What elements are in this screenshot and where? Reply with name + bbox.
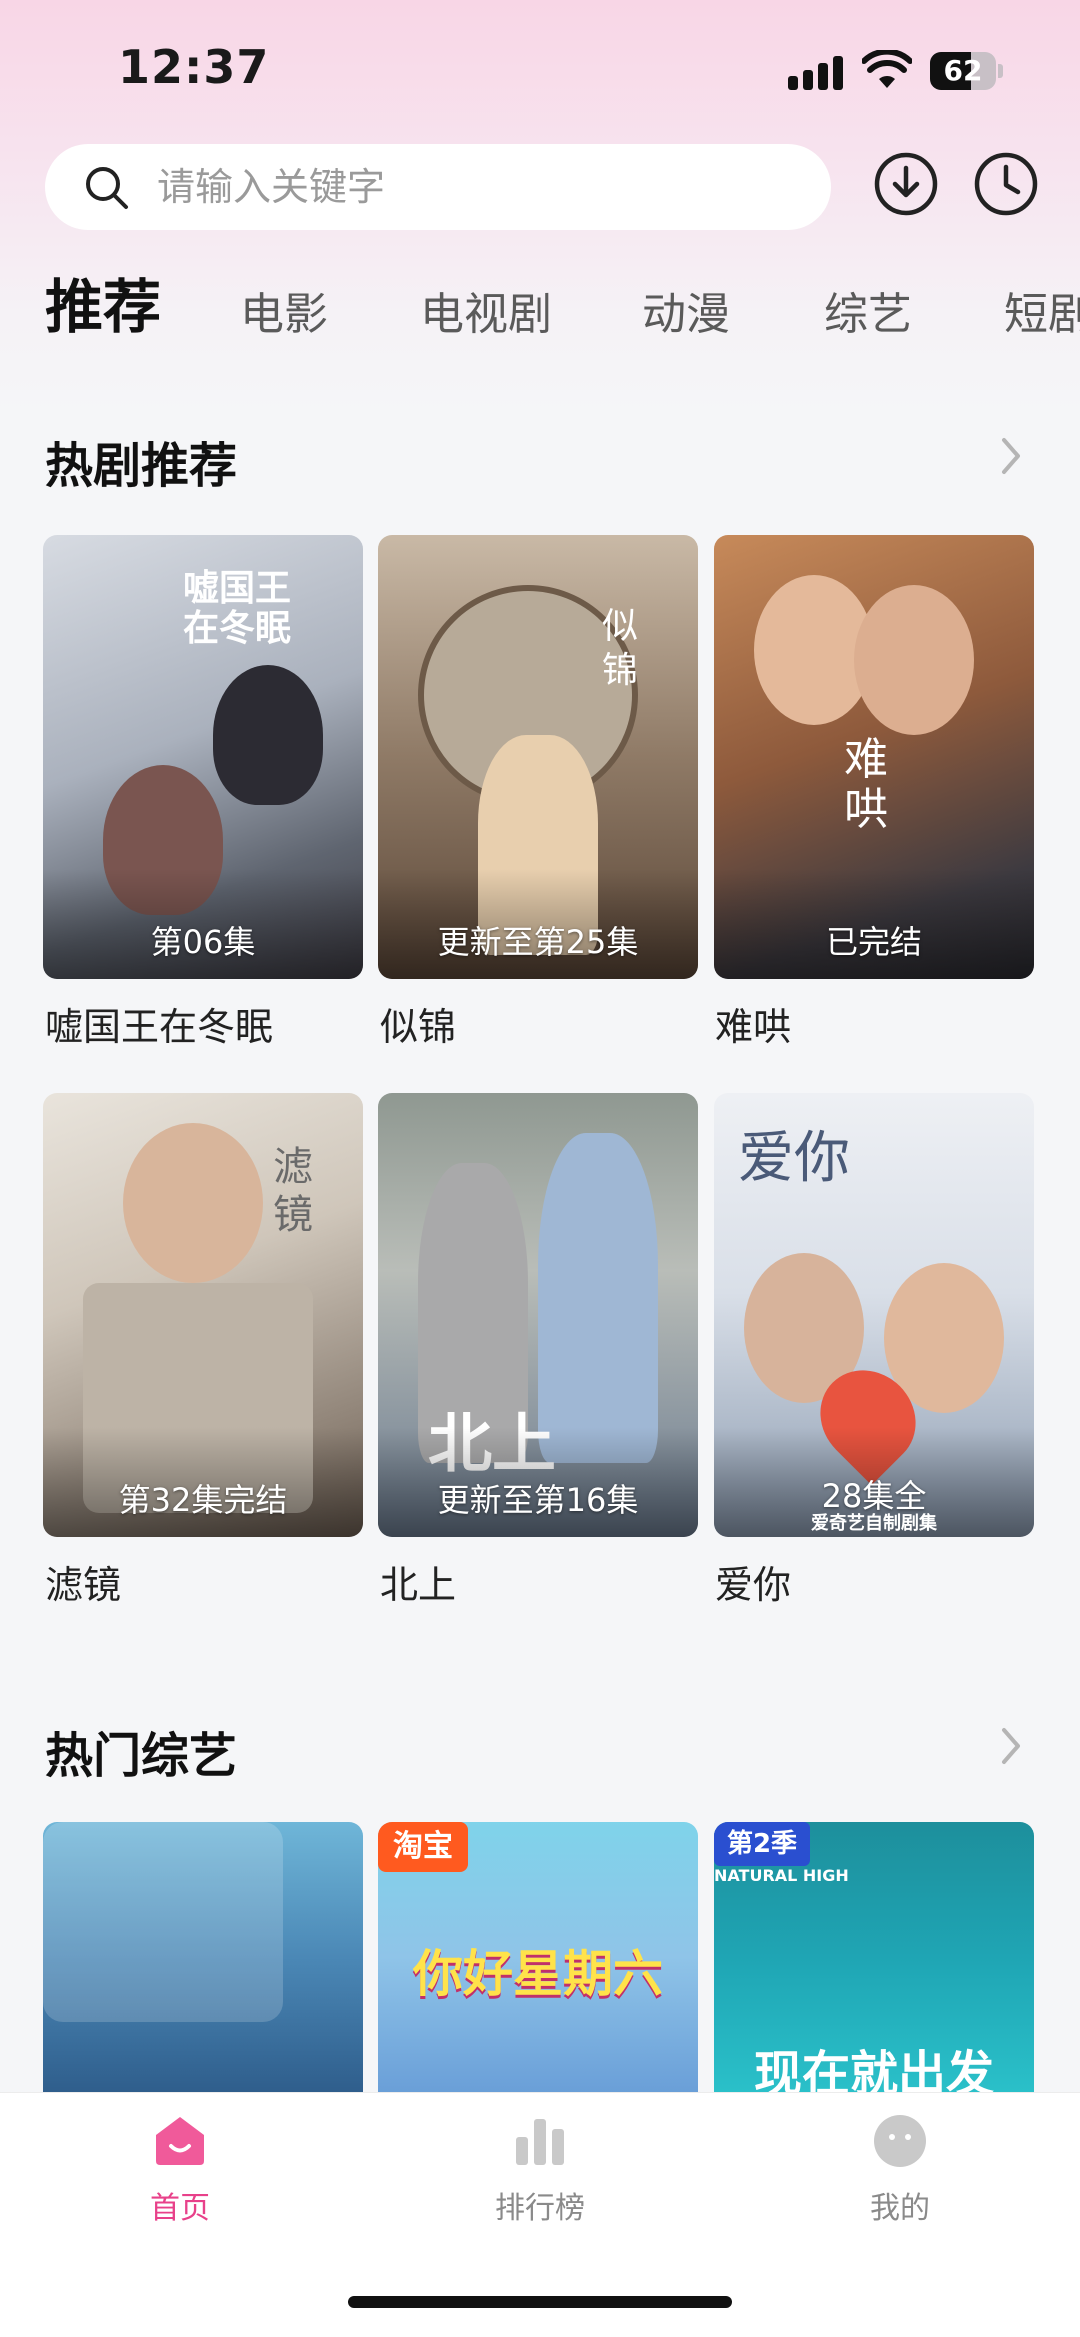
search-placeholder: 请输入关键字 — [157, 165, 386, 209]
nav-label: 首页 — [150, 2191, 210, 2226]
search-icon — [86, 167, 128, 209]
drama-poster-1[interactable]: 嘘国王在冬眠 第06集 — [43, 535, 363, 979]
episode-badge: 更新至第25集 — [437, 923, 639, 961]
drama-title[interactable]: 嘘国王在冬眠 — [45, 996, 273, 1051]
episode-badge: 第06集 — [150, 923, 256, 961]
poster-title-art: 似锦 — [602, 606, 639, 691]
episode-badge: 28集全 — [821, 1477, 927, 1515]
poster-subtext: NATURAL HIGH — [714, 1866, 849, 1885]
battery-level: 62 — [943, 54, 983, 87]
tab-recommend[interactable]: 推荐 — [45, 260, 161, 344]
nav-profile[interactable]: 我的 — [800, 2113, 1000, 2233]
chevron-right-icon[interactable] — [996, 434, 1026, 478]
drama-title[interactable]: 滤镜 — [45, 1554, 121, 1609]
poster-title-art: 现在就出发 — [753, 2046, 994, 2092]
variety-poster-2[interactable]: 淘宝 你好星期六 — [378, 1822, 698, 2092]
episode-badge: 更新至第16集 — [437, 1481, 639, 1519]
history-icon[interactable] — [972, 150, 1040, 218]
poster-title-art: 嘘国王在冬眠 — [183, 568, 292, 649]
download-icon[interactable] — [872, 150, 940, 218]
drama-title[interactable]: 爱你 — [715, 1554, 791, 1609]
nav-label: 排行榜 — [495, 2191, 585, 2226]
drama-poster-4[interactable]: 滤镜 第32集完结 — [43, 1093, 363, 1537]
chevron-right-icon[interactable] — [996, 1724, 1026, 1768]
section-title-hot-variety: 热门综艺 — [45, 1728, 238, 1784]
drama-title[interactable]: 难哄 — [715, 996, 791, 1051]
tab-short-drama[interactable]: 短剧 — [1004, 278, 1080, 342]
drama-title[interactable]: 北上 — [380, 1554, 456, 1609]
tab-tv-series[interactable]: 电视剧 — [420, 278, 552, 342]
episode-badge: 已完结 — [825, 923, 922, 961]
poster-figure — [213, 665, 323, 805]
nav-label: 我的 — [870, 2191, 930, 2226]
poster-figure — [854, 585, 974, 735]
nav-ranking[interactable]: 排行榜 — [440, 2113, 640, 2233]
episode-badge: 第32集完结 — [118, 1481, 288, 1519]
ranking-icon — [516, 2119, 564, 2165]
drama-poster-3[interactable]: 难哄 已完结 — [714, 535, 1034, 979]
nav-home[interactable]: 首页 — [80, 2113, 280, 2233]
poster-badge: 第2季 — [714, 1822, 810, 1866]
home-icon — [156, 2117, 204, 2165]
poster-badge: 淘宝 — [378, 1822, 468, 1872]
tab-anime[interactable]: 动漫 — [642, 278, 730, 342]
poster-city-art — [43, 1822, 283, 2022]
poster-title-art: 滤镜 — [273, 1144, 313, 1238]
drama-poster-2[interactable]: 似锦 更新至第25集 — [378, 535, 698, 979]
tab-movie[interactable]: 电影 — [240, 278, 328, 342]
section-title-hot-drama: 热剧推荐 — [45, 438, 238, 494]
home-indicator — [348, 2296, 732, 2308]
wifi-icon — [862, 50, 912, 88]
cellular-signal-icon — [788, 56, 844, 90]
profile-icon — [874, 2115, 926, 2167]
poster-title-art: 你好星期六 — [413, 1945, 663, 2003]
variety-poster-1[interactable] — [43, 1822, 363, 2092]
poster-title-art: 难哄 — [844, 734, 888, 835]
poster-title-art: 爱你 — [738, 1126, 850, 1191]
search-input[interactable]: 请输入关键字 — [45, 144, 831, 230]
tab-variety[interactable]: 综艺 — [824, 278, 912, 342]
drama-poster-6[interactable]: 爱你 爱奇艺自制剧集 28集全 — [714, 1093, 1034, 1537]
category-tabs: 推荐 电影 电视剧 动漫 综艺 短剧 — [0, 260, 1080, 360]
battery-icon: 62 — [930, 52, 1003, 90]
drama-poster-5[interactable]: 北上 更新至第16集 — [378, 1093, 698, 1537]
status-bar: 12:37 62 — [0, 0, 1080, 140]
status-time: 12:37 — [118, 40, 270, 94]
poster-figure — [123, 1123, 263, 1283]
drama-title[interactable]: 似锦 — [380, 996, 456, 1051]
variety-poster-3[interactable]: 第2季 NATURAL HIGH 现在就出发 — [714, 1822, 1034, 2092]
